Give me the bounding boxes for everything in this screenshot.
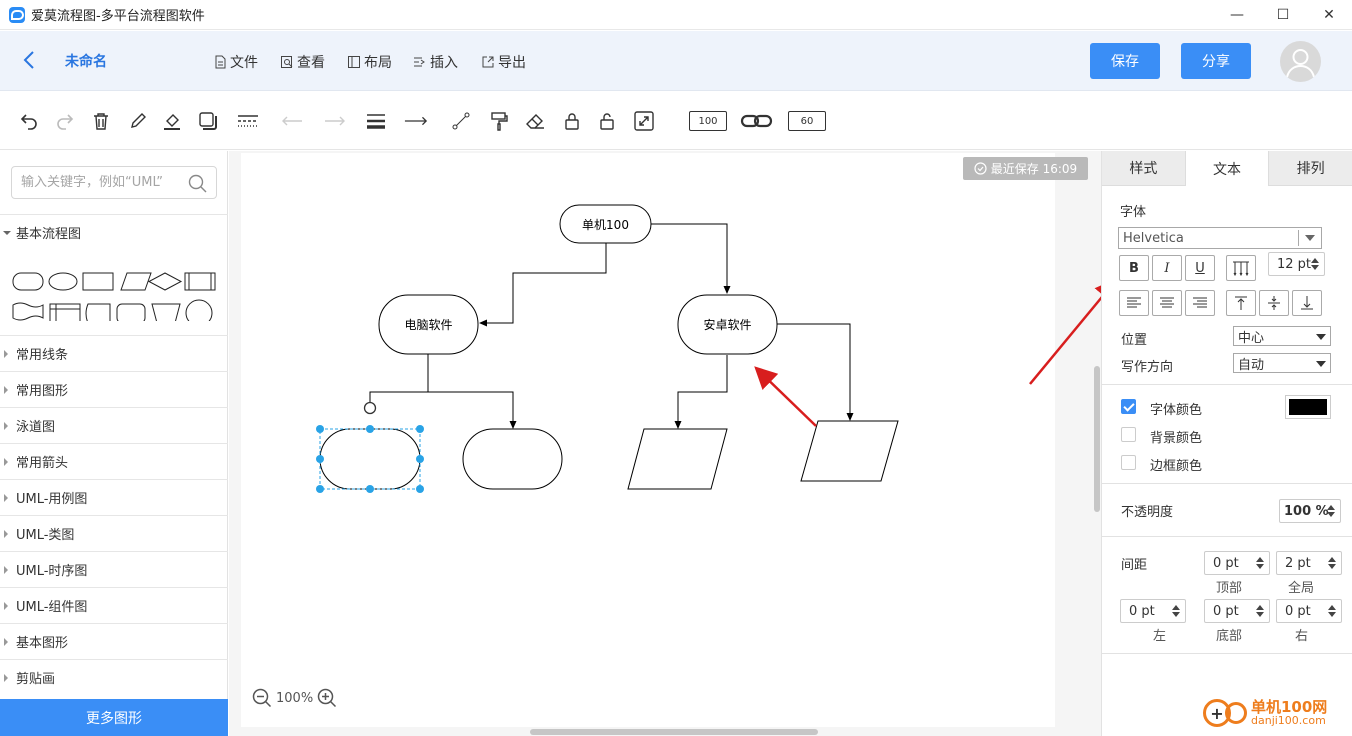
chevron-down-icon bbox=[1305, 235, 1315, 241]
position-select[interactable]: 中心 bbox=[1233, 326, 1331, 346]
align-left-button[interactable] bbox=[1119, 290, 1149, 316]
check-circle-icon bbox=[974, 162, 987, 175]
node-left-label[interactable]: 电脑软件 bbox=[379, 316, 478, 333]
spacing-right-label: 右 bbox=[1295, 629, 1309, 644]
spacing-right-value: 0 pt bbox=[1285, 603, 1311, 619]
spacing-bottom-value: 0 pt bbox=[1213, 603, 1239, 619]
font-family-select[interactable]: Helvetica bbox=[1118, 227, 1322, 249]
font-size-value: 12 pt bbox=[1277, 256, 1312, 272]
font-family-value: Helvetica bbox=[1123, 230, 1184, 246]
spacing-bottom-label: 底部 bbox=[1216, 629, 1243, 644]
site-watermark: + 单机100网 danji100.com bbox=[1203, 690, 1352, 736]
spacing-bottom-stepper[interactable]: 0 pt bbox=[1204, 599, 1270, 623]
connector-left-to-child1 bbox=[366, 353, 429, 413]
align-middle-icon bbox=[1268, 296, 1280, 310]
spacing-left-stepper[interactable]: 0 pt bbox=[1120, 599, 1186, 623]
node-parallelogram-2 bbox=[800, 420, 899, 482]
position-value: 中心 bbox=[1238, 330, 1265, 346]
align-right-button[interactable] bbox=[1185, 290, 1215, 316]
format-panel: 样式 文本 排列 字体 Helvetica B I U 12 pt 位置 中心 … bbox=[1101, 151, 1352, 736]
spacing-label: 间距 bbox=[1121, 558, 1148, 573]
spacing-top-value: 0 pt bbox=[1213, 555, 1239, 571]
vertical-text-icon bbox=[1233, 261, 1249, 276]
vertical-scrollbar[interactable] bbox=[1094, 366, 1100, 512]
opacity-label: 不透明度 bbox=[1121, 505, 1174, 520]
spacing-left-value: 0 pt bbox=[1129, 603, 1155, 619]
align-top-icon bbox=[1235, 296, 1247, 310]
node-selected-terminator bbox=[319, 428, 421, 490]
tab-style[interactable]: 样式 bbox=[1102, 151, 1186, 186]
align-top-button[interactable] bbox=[1226, 290, 1256, 316]
tab-arrange[interactable]: 排列 bbox=[1269, 151, 1352, 186]
italic-button[interactable]: I bbox=[1152, 255, 1182, 281]
spacing-global-label: 全局 bbox=[1288, 581, 1315, 596]
connector-right-to-child1 bbox=[674, 355, 728, 429]
font-color-swatch[interactable] bbox=[1285, 395, 1331, 419]
direction-value: 自动 bbox=[1238, 357, 1265, 373]
zoom-control: 100% bbox=[252, 688, 337, 708]
spacing-right-stepper[interactable]: 0 pt bbox=[1276, 599, 1342, 623]
annotation-arrow-node bbox=[754, 366, 817, 427]
chevron-down-icon bbox=[1316, 361, 1326, 367]
underline-button[interactable]: U bbox=[1185, 255, 1215, 281]
watermark-site-url: danji100.com bbox=[1251, 714, 1326, 728]
font-color-label: 字体颜色 bbox=[1150, 403, 1203, 418]
rotate-handle-icon bbox=[363, 401, 377, 415]
align-center-button[interactable] bbox=[1152, 290, 1182, 316]
align-middle-button[interactable] bbox=[1259, 290, 1289, 316]
connector-left-to-child2 bbox=[428, 391, 517, 429]
font-size-stepper[interactable]: 12 pt bbox=[1268, 252, 1325, 276]
border-color-label: 边框颜色 bbox=[1150, 459, 1203, 474]
save-status-badge: 最近保存 16:09 bbox=[963, 157, 1088, 180]
node-root-label[interactable]: 单机100 bbox=[560, 216, 651, 233]
border-color-checkbox[interactable] bbox=[1121, 455, 1136, 470]
align-bottom-icon bbox=[1301, 296, 1313, 310]
node-right-label[interactable]: 安卓软件 bbox=[678, 316, 777, 333]
align-right-icon bbox=[1193, 297, 1207, 308]
zoom-level: 100% bbox=[276, 690, 314, 706]
direction-select[interactable]: 自动 bbox=[1233, 353, 1331, 373]
format-tabs: 样式 文本 排列 bbox=[1102, 151, 1352, 186]
spacing-top-label: 顶部 bbox=[1216, 581, 1243, 596]
node-parallelogram-1 bbox=[627, 428, 728, 490]
bold-button[interactable]: B bbox=[1119, 255, 1149, 281]
watermark-site-name: 单机100网 bbox=[1251, 697, 1328, 716]
connector-root-to-left bbox=[479, 243, 607, 327]
align-center-icon bbox=[1160, 297, 1174, 308]
spacing-top-stepper[interactable]: 0 pt bbox=[1204, 551, 1270, 575]
font-color-checkbox[interactable] bbox=[1121, 399, 1136, 414]
node-terminator bbox=[462, 428, 563, 490]
direction-label: 写作方向 bbox=[1121, 360, 1174, 375]
font-section-label: 字体 bbox=[1120, 205, 1147, 220]
opacity-value: 100 % bbox=[1284, 503, 1329, 519]
position-label: 位置 bbox=[1121, 333, 1148, 348]
background-color-checkbox[interactable] bbox=[1121, 427, 1136, 442]
watermark-logo-icon bbox=[1225, 702, 1247, 724]
opacity-stepper[interactable]: 100 % bbox=[1279, 499, 1341, 523]
spacing-global-value: 2 pt bbox=[1285, 555, 1311, 571]
zoom-out-icon[interactable] bbox=[252, 688, 272, 708]
connector-right-to-child2 bbox=[777, 323, 854, 421]
spacing-global-stepper[interactable]: 2 pt bbox=[1276, 551, 1342, 575]
zoom-in-icon[interactable] bbox=[317, 688, 337, 708]
horizontal-scrollbar[interactable] bbox=[530, 729, 818, 735]
vertical-text-button[interactable] bbox=[1226, 255, 1256, 281]
align-left-icon bbox=[1127, 297, 1141, 308]
align-bottom-button[interactable] bbox=[1292, 290, 1322, 316]
tab-text[interactable]: 文本 bbox=[1185, 151, 1270, 186]
save-status-text: 最近保存 16:09 bbox=[990, 162, 1078, 176]
background-color-label: 背景颜色 bbox=[1150, 431, 1203, 446]
chevron-down-icon bbox=[1316, 334, 1326, 340]
connector-root-to-right bbox=[650, 223, 731, 294]
spacing-left-label: 左 bbox=[1153, 629, 1167, 644]
